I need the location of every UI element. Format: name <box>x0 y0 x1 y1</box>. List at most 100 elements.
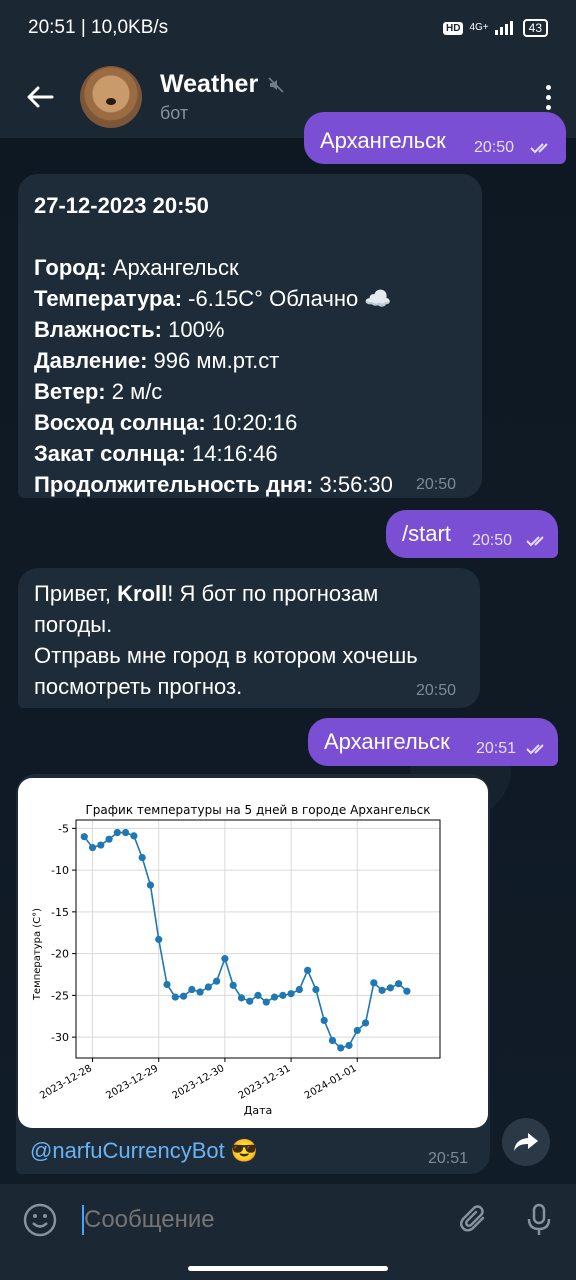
forward-button[interactable] <box>502 1118 550 1166</box>
data-point <box>213 977 221 985</box>
emoji-button[interactable] <box>0 1203 80 1237</box>
chart-ylabel: Температура (C°) <box>32 908 43 1001</box>
daylength-value: 3:56:30 <box>313 472 393 497</box>
city-value: Архангельск <box>106 255 239 280</box>
humidity-value: 100% <box>162 317 225 342</box>
greeting-part2: ! Я бот по прогнозам <box>167 581 379 606</box>
status-time: 20:51 | 10,0KB/s <box>28 17 169 38</box>
data-point <box>320 1016 328 1025</box>
chart-title: График температуры на 5 дней в городе Ар… <box>85 803 430 817</box>
data-point <box>386 984 394 992</box>
x-tick-label: 2024-01-01 <box>303 1063 359 1102</box>
message-text: /start <box>402 521 451 546</box>
sunset-label: Закат солнца: <box>34 441 186 466</box>
data-point <box>237 994 246 1002</box>
data-point <box>204 983 212 991</box>
greeting-line4: посмотреть прогноз. <box>34 674 243 699</box>
x-tick-label: 2023-12-29 <box>104 1063 160 1102</box>
arrow-left-icon <box>27 86 54 108</box>
read-check-icon <box>526 744 544 755</box>
message-text: Архангельск <box>320 128 446 153</box>
attach-button[interactable] <box>444 1205 504 1235</box>
pressure-label: Давление: <box>34 348 148 373</box>
wind-label: Ветер: <box>34 379 106 404</box>
sunrise-label: Восход солнца: <box>34 410 206 435</box>
y-tick-label: -30 <box>51 1031 69 1044</box>
wind-value: 2 м/с <box>105 379 163 404</box>
x-tick-label: 2023-12-30 <box>171 1063 227 1102</box>
message-outgoing-start[interactable]: /start 20:50 <box>386 510 558 558</box>
data-point <box>287 990 295 998</box>
x-tick-label: 2023-12-28 <box>38 1063 94 1102</box>
weather-date: 27-12-2023 20:50 <box>34 193 209 218</box>
temp-label: Температура: <box>34 286 183 311</box>
data-point <box>88 843 97 852</box>
message-outgoing-city[interactable]: Архангельск 20:51 <box>308 718 558 766</box>
greeting-text: Привет, Kroll! Я бот по прогнозам погоды… <box>34 578 418 702</box>
data-point <box>155 935 163 944</box>
temp-value: -6.15C° Облачно ☁️ <box>182 286 392 311</box>
message-greeting[interactable]: Привет, Kroll! Я бот по прогнозам погоды… <box>18 568 480 708</box>
chat-title: Weather <box>160 70 259 98</box>
chart-xlabel: Дата <box>244 1104 272 1117</box>
data-point <box>370 979 378 987</box>
avatar[interactable] <box>80 66 142 128</box>
message-time: 20:50 <box>472 532 513 549</box>
data-point <box>395 980 403 988</box>
data-point <box>304 966 312 974</box>
data-point <box>403 987 411 995</box>
data-point <box>221 955 229 963</box>
y-tick-label: -25 <box>51 989 69 1002</box>
data-point <box>113 828 121 837</box>
read-check-icon <box>526 536 544 547</box>
emoji-icon <box>23 1203 57 1237</box>
daylength-label: Продолжительность дня: <box>34 472 314 497</box>
data-point <box>188 985 196 994</box>
paperclip-icon <box>459 1205 485 1232</box>
message-input[interactable] <box>84 1206 444 1234</box>
y-tick-label: -20 <box>51 948 69 961</box>
caption-link[interactable]: @narfuCurrencyBot 😎 <box>30 1138 258 1164</box>
data-point <box>146 881 155 889</box>
data-point <box>345 1041 353 1050</box>
data-point <box>80 833 88 841</box>
message-weather-info[interactable]: 27-12-2023 20:50 Город: Архангельск Темп… <box>18 174 482 498</box>
home-indicator[interactable] <box>188 1266 388 1271</box>
user-name: Kroll <box>117 581 168 606</box>
more-menu-button[interactable] <box>520 84 576 110</box>
temperature-chart: График температуры на 5 дней в городе Ар… <box>32 803 441 1117</box>
message-time: 20:50 <box>416 476 457 493</box>
data-point <box>328 1036 337 1045</box>
data-point <box>378 986 386 994</box>
data-point <box>254 991 262 999</box>
weather-details: 27-12-2023 20:50 Город: Архангельск Темп… <box>34 190 393 500</box>
message-text: Архангельск <box>324 729 450 754</box>
message-time: 20:51 <box>476 740 517 757</box>
message-outgoing[interactable]: Архангельск 20:50 <box>304 112 566 164</box>
chart-image[interactable]: График температуры на 5 дней в городе Ар… <box>18 778 488 1128</box>
data-point <box>105 835 113 843</box>
data-point <box>122 828 130 837</box>
y-tick-label: -10 <box>51 864 69 877</box>
sunrise-value: 10:20:16 <box>205 410 298 435</box>
x-tick-label: 2023-12-31 <box>237 1063 293 1102</box>
voice-button[interactable] <box>504 1203 574 1237</box>
message-time: 20:50 <box>474 139 515 156</box>
back-button[interactable] <box>0 85 80 109</box>
chart-plot-frame <box>75 819 441 1059</box>
data-point <box>171 993 179 1001</box>
data-point <box>163 980 171 989</box>
microphone-icon <box>527 1203 551 1235</box>
data-point <box>312 985 320 994</box>
data-point <box>361 1019 370 1027</box>
humidity-label: Влажность: <box>34 317 162 342</box>
forward-arrow-icon <box>514 1133 538 1151</box>
data-point <box>97 841 105 849</box>
read-check-icon <box>530 143 548 154</box>
data-point <box>270 993 279 1001</box>
data-point <box>138 853 146 862</box>
city-label: Город: <box>34 255 107 280</box>
data-point <box>337 1044 345 1052</box>
data-point <box>246 997 254 1005</box>
pressure-value: 996 мм.рт.ст <box>147 348 280 373</box>
